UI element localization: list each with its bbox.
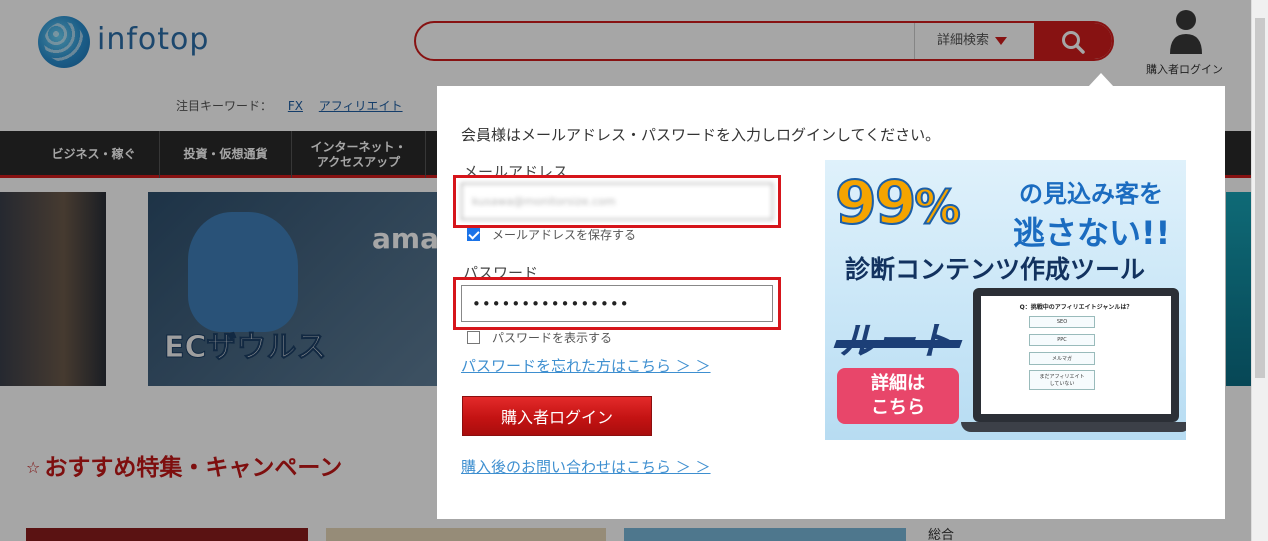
login-button[interactable]: 購入者ログイン (462, 396, 652, 436)
survey-option: メルマガ (1029, 352, 1095, 365)
show-password-row[interactable]: パスワードを表示する (467, 329, 612, 346)
ad-detail-button[interactable]: 詳細は こちら (837, 368, 959, 424)
laptop-screen: Q：挑戦中のアフィリエイトジャンルは？ SEO PPC メルマガ まだアフィリエ… (981, 296, 1171, 414)
contact-link[interactable]: 購入後のお問い合わせはこちら ＞ ＞ (461, 456, 711, 477)
remember-email-row[interactable]: メールアドレスを保存する (467, 226, 636, 243)
ad-banner[interactable]: 99% の見込み客を 逃さない!! 診断コンテンツ作成ツール ルート 詳細は こ… (825, 160, 1186, 440)
laptop-base (961, 422, 1186, 432)
popup-pointer (1088, 73, 1114, 87)
page-scrollbar[interactable] (1251, 0, 1268, 541)
remember-email-label: メールアドレスを保存する (492, 228, 637, 242)
ad-headline-number: 99% (834, 167, 962, 239)
survey-option: SEO (1029, 316, 1095, 328)
ad-headline-line1: の見込み客を (1019, 180, 1163, 208)
show-password-checkbox[interactable] (467, 331, 480, 344)
survey-question: Q：挑戦中のアフィリエイトジャンルは？ (1019, 304, 1133, 311)
email-highlight-box (453, 175, 781, 228)
ad-headline-line2: 逃さない!! (1013, 214, 1171, 252)
survey-option: PPC (1029, 334, 1095, 346)
password-highlight-box (453, 277, 781, 330)
login-instructions: 会員様はメールアドレス・パスワードを入力しログインしてください。 (461, 126, 941, 144)
forgot-password-link[interactable]: パスワードを忘れた方はこちら ＞ ＞ (461, 355, 711, 376)
login-popup: 会員様はメールアドレス・パスワードを入力しログインしてください。 メールアドレス… (437, 86, 1225, 519)
ad-brand-logo: ルート (839, 319, 954, 363)
ad-subtitle: 診断コンテンツ作成ツール (845, 255, 1146, 284)
remember-email-checkbox[interactable] (467, 228, 480, 241)
survey-option: まだアフィリエイト していない (1029, 370, 1095, 390)
show-password-label: パスワードを表示する (492, 331, 613, 345)
scrollbar-thumb[interactable] (1255, 18, 1265, 378)
laptop-image: Q：挑戦中のアフィリエイトジャンルは？ SEO PPC メルマガ まだアフィリエ… (973, 288, 1179, 422)
